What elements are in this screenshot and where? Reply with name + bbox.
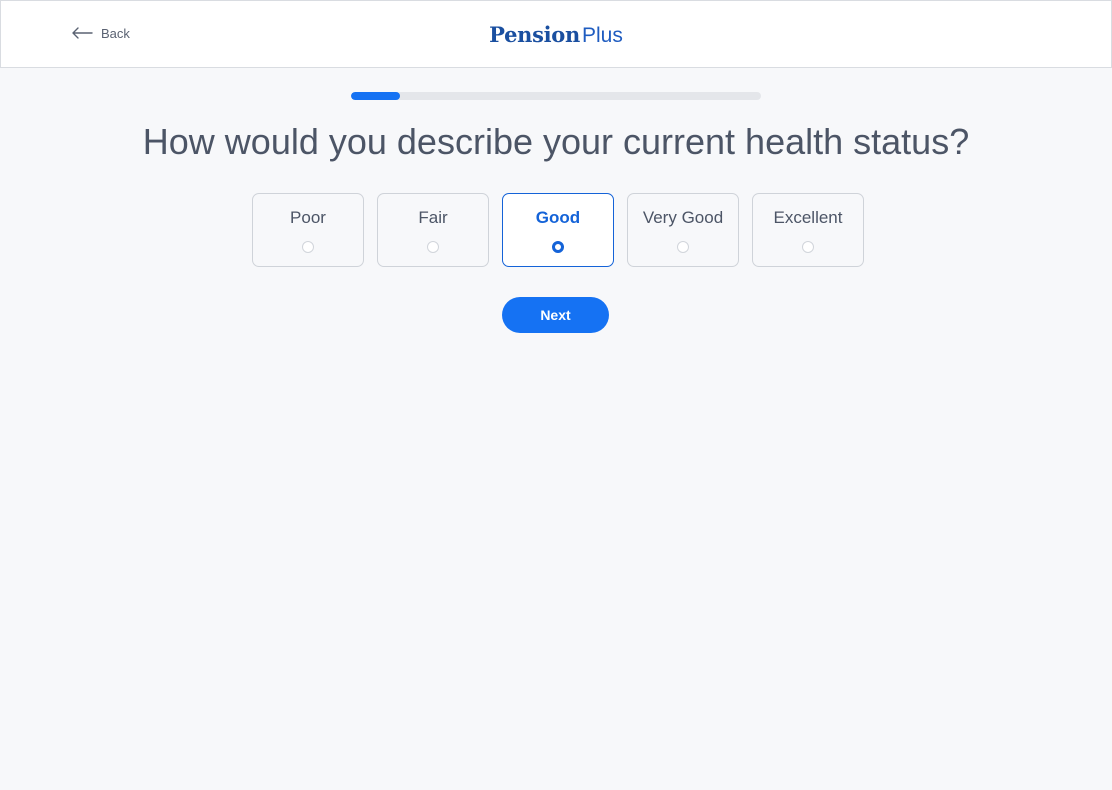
radio-button[interactable] [802, 241, 814, 253]
radio-button[interactable] [427, 241, 439, 253]
next-button[interactable]: Next [502, 297, 609, 333]
progress-bar [351, 92, 761, 100]
health-status-options: Poor Fair Good Very Good Excellent [252, 193, 864, 267]
progress-fill [351, 92, 401, 100]
option-label: Fair [418, 208, 448, 227]
question-title: How would you describe your current heal… [142, 121, 970, 162]
pensionplus-logo: PensionPlus [1, 21, 1111, 50]
top-bar: Back PensionPlus [0, 0, 1112, 68]
option-good[interactable]: Good [502, 193, 614, 267]
logo-wordmark-bold: Pension [489, 22, 580, 47]
option-fair[interactable]: Fair [377, 193, 489, 267]
radio-button[interactable] [552, 241, 564, 253]
radio-button[interactable] [302, 241, 314, 253]
option-very-good[interactable]: Very Good [627, 193, 739, 267]
option-label: Good [535, 208, 581, 227]
radio-button[interactable] [677, 241, 689, 253]
option-label: Very Good [642, 208, 724, 227]
logo-wordmark-light: Plus [581, 24, 623, 47]
option-poor[interactable]: Poor [252, 193, 364, 267]
option-excellent[interactable]: Excellent [752, 193, 864, 267]
option-label: Poor [290, 208, 326, 227]
option-label: Excellent [773, 208, 843, 227]
